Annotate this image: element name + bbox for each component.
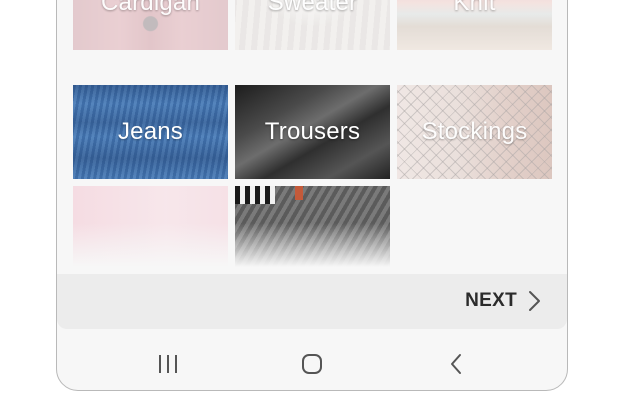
- category-tile-trousers[interactable]: Trousers: [235, 85, 390, 179]
- screen: Cardigan Sweater Knit Jeans Trousers Sto…: [0, 0, 624, 416]
- category-image: [235, 186, 390, 273]
- recent-apps-button[interactable]: [153, 349, 183, 379]
- bottom-action-bar: NEXT: [57, 274, 567, 329]
- category-label: Jeans: [117, 118, 184, 145]
- category-grid: Cardigan Sweater Knit Jeans Trousers Sto…: [57, 0, 567, 273]
- home-button[interactable]: [297, 349, 327, 379]
- back-button[interactable]: [441, 349, 471, 379]
- next-button[interactable]: NEXT: [465, 286, 541, 316]
- category-tile-stockings[interactable]: Stockings: [397, 85, 552, 179]
- next-label: NEXT: [465, 290, 517, 311]
- category-image: [73, 186, 228, 273]
- category-label: Stockings: [421, 118, 528, 145]
- category-tile-sweater[interactable]: Sweater: [235, 0, 390, 50]
- category-tile-knit[interactable]: Knit: [397, 0, 552, 50]
- recent-apps-icon: [156, 353, 180, 375]
- category-tile-row3-left[interactable]: [73, 186, 228, 273]
- back-icon: [448, 352, 464, 376]
- category-tile-cardigan[interactable]: Cardigan: [73, 0, 228, 50]
- phone-frame: Cardigan Sweater Knit Jeans Trousers Sto…: [56, 0, 568, 391]
- category-tile-jeans[interactable]: Jeans: [73, 85, 228, 179]
- system-navigation-bar: [57, 338, 567, 390]
- category-label: Knit: [453, 0, 496, 16]
- category-label: Sweater: [267, 0, 358, 16]
- chevron-right-icon: [527, 290, 541, 312]
- home-icon: [300, 352, 324, 376]
- category-label: Cardigan: [101, 0, 200, 16]
- category-tile-row3-middle[interactable]: [235, 186, 390, 273]
- category-label: Trousers: [264, 118, 361, 145]
